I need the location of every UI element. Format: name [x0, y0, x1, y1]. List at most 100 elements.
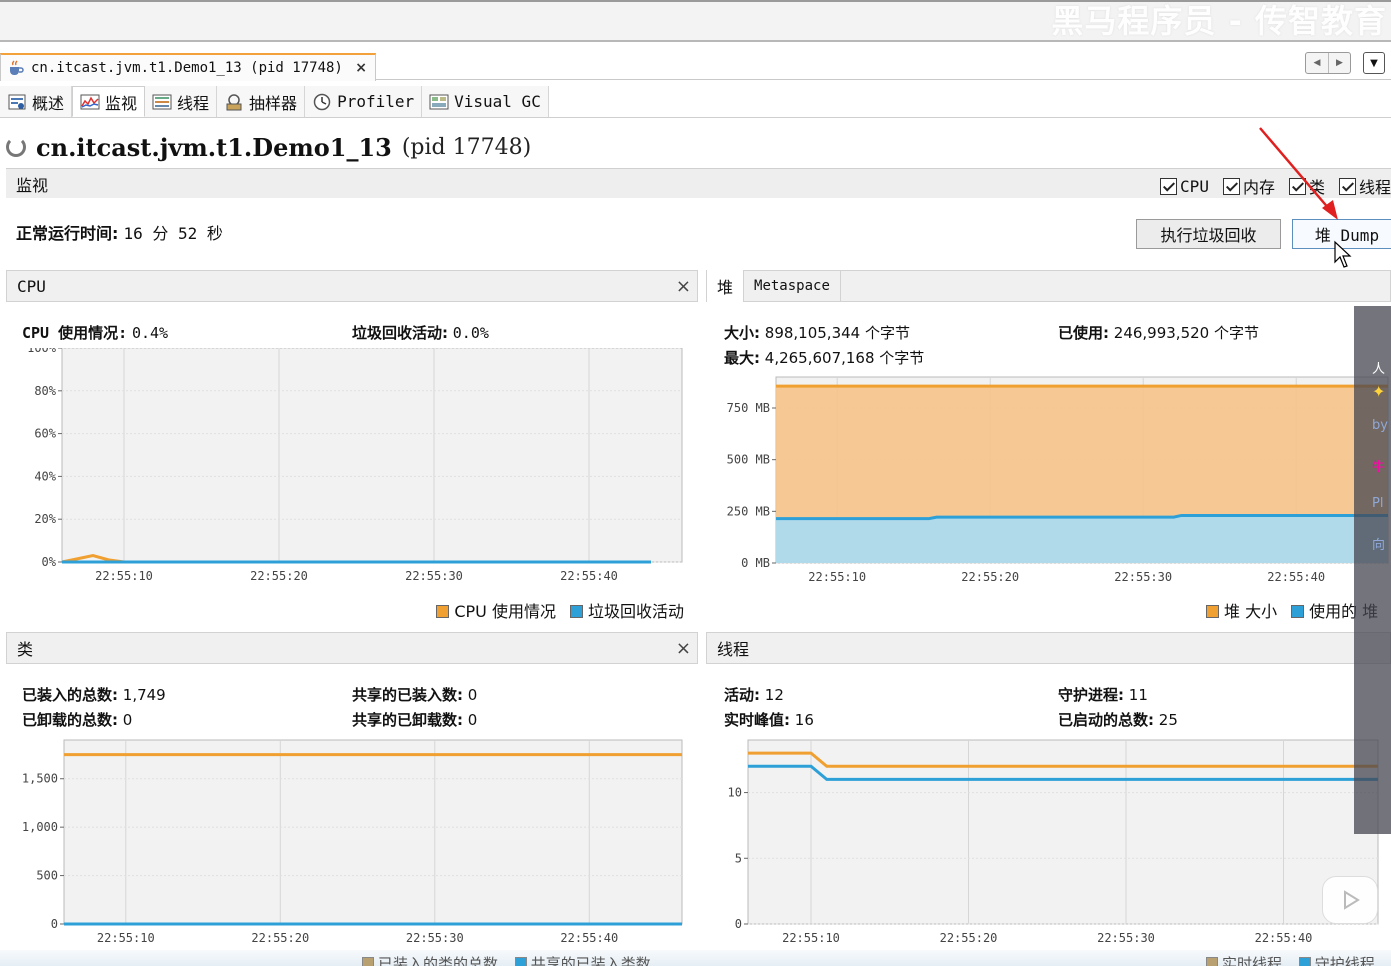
threads-legend: 实时线程 守护线程: [1206, 953, 1375, 966]
x-tick-label: 22:55:30: [406, 931, 464, 945]
legend-label: 实时线程: [1222, 955, 1283, 966]
loaded-classes-label: 已装入的总数:: [22, 686, 118, 704]
gc-activity-value: 0.0%: [452, 324, 489, 342]
unloaded-classes-label: 已卸载的总数:: [22, 711, 118, 729]
tab-visual-gc[interactable]: Visual GC: [422, 86, 549, 117]
tab-metaspace-label: Metaspace: [754, 278, 830, 294]
threads-icon: [152, 94, 172, 109]
tab-threads[interactable]: 线程: [145, 86, 218, 117]
cpu-panel-title: CPU: [17, 276, 46, 296]
side-comment-overlay: 人 ✦ by 牛 Pl 向: [1354, 306, 1391, 834]
peak-threads-label: 实时峰值:: [724, 711, 790, 729]
loading-spinner-icon: [6, 137, 26, 157]
legend-label: 已装入的类的总数: [378, 955, 499, 966]
y-tick-label: 10: [728, 786, 742, 800]
peak-threads-value: 16: [794, 711, 814, 729]
uptime-value: 16 分 52 秒: [123, 224, 223, 243]
heap-max-stat: 最大: 4,265,607,168 个字节: [724, 347, 924, 368]
y-tick-label: 0: [735, 917, 742, 931]
classes-panel-title: 类: [17, 640, 34, 659]
cpu-panel: CPU × CPU 使用情况: 0.4% 垃圾回收活动: 0.0% 22:55:…: [6, 270, 698, 622]
shared-loaded-value: 0: [467, 686, 478, 704]
cpu-checkbox-label: CPU: [1180, 176, 1209, 196]
cpu-checkbox[interactable]: CPU: [1160, 174, 1209, 198]
heap-max-label: 最大:: [724, 349, 760, 367]
close-icon[interactable]: ×: [676, 276, 691, 297]
legend-item-shared-loaded: 共享的已装入类数: [514, 955, 651, 966]
heap-panel: 堆 Metaspace 大小: 898,105,344 个字节 最大: 4,26…: [706, 270, 1391, 622]
gc-activity-stat: 垃圾回收活动: 0.0%: [352, 322, 489, 343]
uptime-label: 正常运行时间:: [16, 224, 119, 243]
tab-overview[interactable]: 概述: [0, 86, 73, 117]
tab-metaspace[interactable]: Metaspace: [744, 270, 841, 302]
y-tick-label: 100%: [27, 348, 57, 355]
tab-monitor[interactable]: 监视: [72, 86, 146, 117]
live-threads-stat: 活动: 12: [724, 684, 784, 705]
app-pid: (pid 17748): [401, 134, 532, 160]
started-threads-value: 25: [1158, 711, 1178, 729]
series-area: [776, 515, 1388, 563]
uptime: 正常运行时间: 16 分 52 秒: [16, 220, 223, 244]
profiler-icon: [313, 93, 331, 110]
chevron-right-icon[interactable]: ▶: [1328, 53, 1350, 73]
legend-item-heap-size: 堆 大小: [1206, 598, 1277, 622]
shared-unloaded-label: 共享的已卸载数:: [352, 711, 463, 729]
x-tick-label: 22:55:10: [808, 570, 866, 584]
monitor-section-bar: 监视 CPU 内存 类 线程: [6, 168, 1391, 198]
chevron-down-icon[interactable]: ▼: [1363, 52, 1385, 74]
x-tick-label: 22:55:10: [782, 931, 840, 945]
tab-sampler[interactable]: 抽样器: [217, 86, 306, 117]
classes-panel-header: 类 ×: [6, 632, 698, 664]
x-tick-label: 22:55:40: [1255, 931, 1313, 945]
started-threads-stat: 已启动的总数: 25: [1058, 709, 1178, 730]
heap-panel-header: 堆 Metaspace: [706, 270, 1391, 302]
tab-visual-gc-label: Visual GC: [454, 92, 541, 111]
y-tick-label: 0: [51, 917, 58, 931]
top-bar: 黑马程序员 - 传智教育: [0, 0, 1391, 42]
x-tick-label: 22:55:20: [940, 931, 998, 945]
monitor-icon: [80, 94, 100, 109]
watermark: 黑马程序员 - 传智教育: [1051, 2, 1387, 40]
sub-tab-bar: 概述 监视 线程 抽样器 Profiler Visual GC: [0, 86, 1391, 118]
y-tick-label: 1,500: [22, 772, 58, 786]
started-threads-label: 已启动的总数:: [1058, 711, 1154, 729]
live-threads-value: 12: [764, 686, 784, 704]
threads-panel-header: 线程: [706, 632, 1391, 664]
tab-heap[interactable]: 堆: [707, 270, 745, 302]
chevron-left-icon[interactable]: ◀: [1306, 53, 1328, 73]
play-icon[interactable]: [1322, 876, 1378, 924]
y-tick-label: 40%: [34, 469, 56, 483]
threads-checkbox-label: 线程: [1358, 178, 1391, 197]
heap-used-stat: 已使用: 246,993,520 个字节: [1058, 322, 1259, 343]
cpu-usage-label: CPU 使用情况:: [22, 324, 128, 342]
heap-size-value: 898,105,344 个字节: [764, 324, 910, 342]
y-tick-label: 0 MB: [741, 556, 770, 570]
loaded-classes-stat: 已装入的总数: 1,749: [22, 684, 166, 705]
tab-threads-label: 线程: [177, 93, 210, 113]
close-icon[interactable]: ×: [355, 60, 367, 76]
page-title: cn.itcast.jvm.t1.Demo1_13 (pid 17748): [6, 130, 531, 164]
cpu-legend: CPU 使用情况 垃圾回收活动: [436, 598, 684, 622]
tab-profiler-label: Profiler: [337, 92, 415, 111]
checkbox-checked-icon: [1222, 177, 1240, 195]
threads-chart: 22:55:10 22:55:20 22:55:30 22:55:40 0 5 10: [728, 739, 1379, 945]
tab-overview-label: 概述: [32, 93, 65, 113]
unloaded-classes-value: 0: [122, 711, 133, 729]
bottom-edge: [0, 950, 1391, 966]
daemon-threads-stat: 守护进程: 11: [1058, 684, 1148, 705]
x-tick-label: 22:55:20: [961, 570, 1019, 584]
document-tab[interactable]: cn.itcast.jvm.t1.Demo1_13 (pid 17748) ×: [0, 53, 376, 81]
heap-used-value: 246,993,520 个字节: [1113, 324, 1259, 342]
threads-panel: 线程 活动: 12 实时峰值: 16 守护进程: 11 已启动的总数: 25 2…: [706, 632, 1391, 950]
daemon-threads-value: 11: [1128, 686, 1148, 704]
cpu-usage-value: 0.4%: [131, 324, 169, 342]
daemon-threads-label: 守护进程:: [1058, 686, 1124, 704]
tab-profiler[interactable]: Profiler: [305, 86, 423, 117]
y-tick-label: 1,000: [22, 820, 58, 834]
close-icon[interactable]: ×: [676, 638, 691, 659]
legend-item-gc-activity: 垃圾回收活动: [569, 598, 684, 622]
shared-unloaded-value: 0: [467, 711, 478, 729]
legend-item-live-threads: 实时线程: [1206, 955, 1282, 966]
y-tick-label: 60%: [34, 427, 56, 441]
tab-monitor-label: 监视: [105, 93, 138, 113]
